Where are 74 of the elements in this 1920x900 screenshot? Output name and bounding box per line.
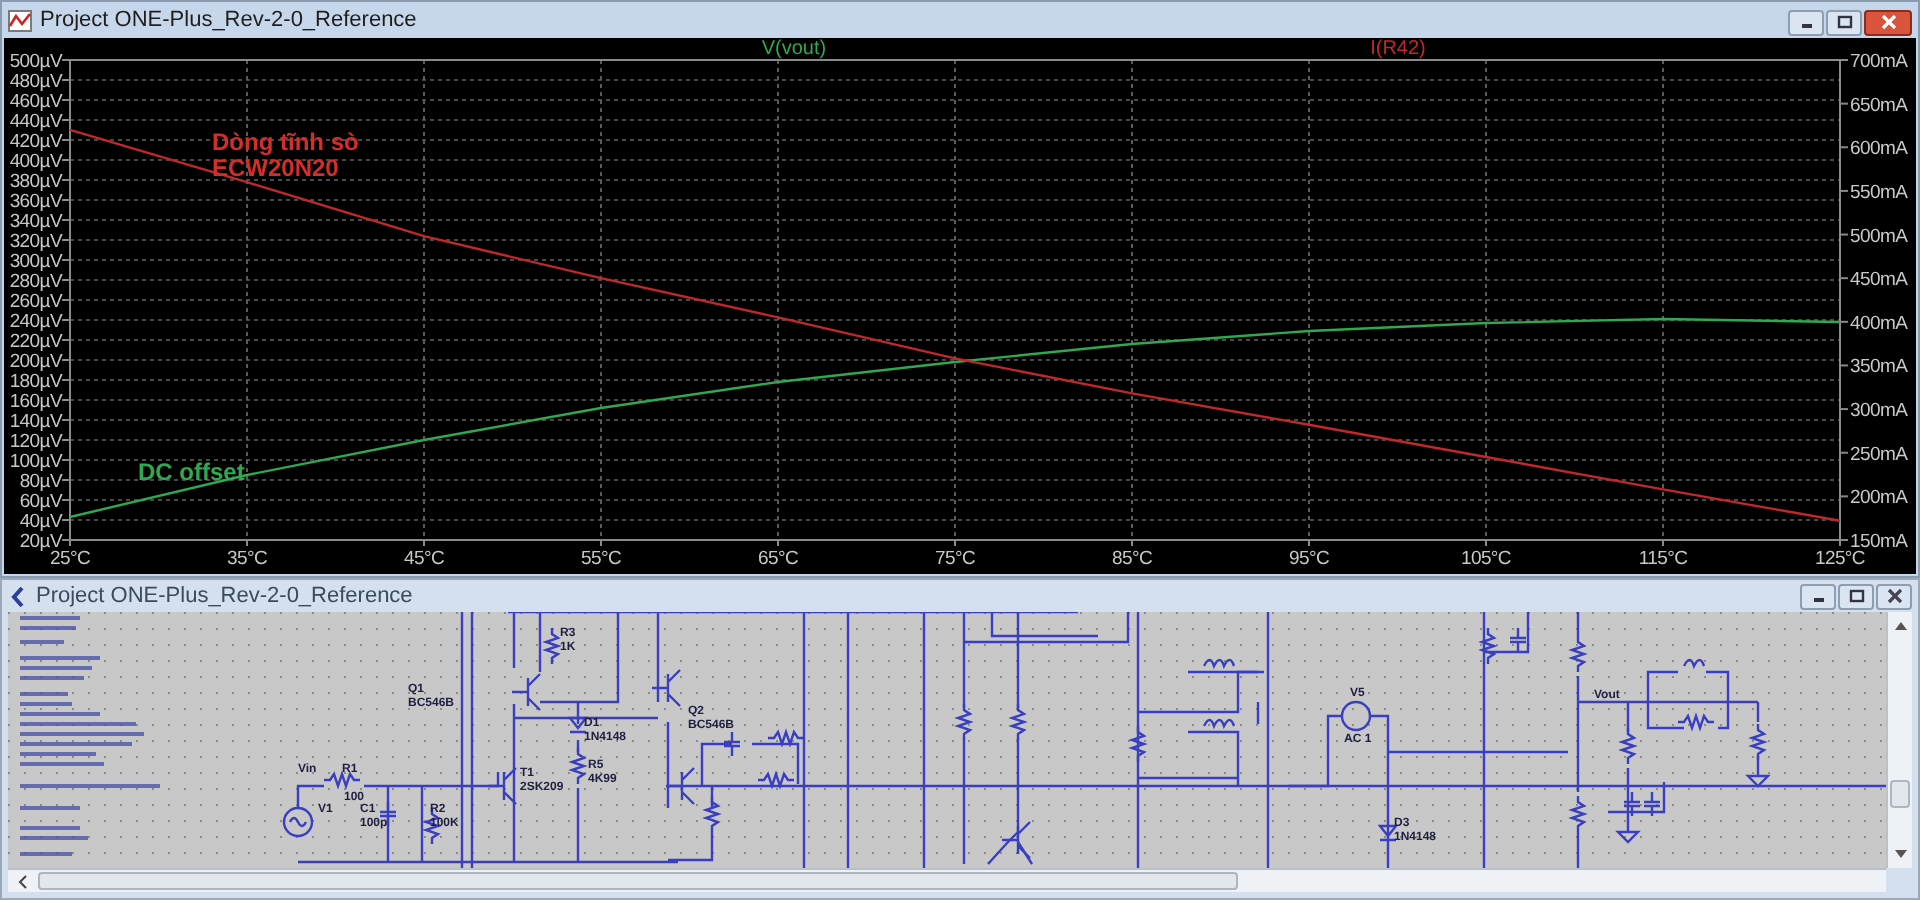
minimize-button[interactable]	[1800, 583, 1836, 609]
scrollbar-thumb[interactable]	[38, 872, 1238, 890]
axis-tick-label: 60µV	[19, 491, 62, 513]
axis-tick-label: 480µV	[9, 71, 62, 93]
axis-tick-label: 650mA	[1850, 94, 1908, 117]
axis-tick-label: 180µV	[9, 371, 62, 393]
annotation-text: DC offset	[138, 458, 245, 486]
close-button[interactable]	[1864, 9, 1912, 35]
axis-tick-label: 100µV	[9, 451, 62, 473]
axis-tick-label: 300µV	[9, 251, 62, 273]
axis-tick-label: 350mA	[1850, 356, 1908, 379]
scroll-up-icon[interactable]	[1893, 620, 1907, 632]
axis-tick-label: 45°C	[403, 548, 445, 570]
axis-tick-label: 140µV	[9, 411, 62, 433]
close-button[interactable]	[1876, 583, 1912, 609]
maximize-button[interactable]	[1838, 583, 1874, 609]
axis-tick-label: 120µV	[9, 431, 62, 453]
axis-tick-label: 35°C	[226, 548, 268, 570]
axis-tick-label: 260µV	[9, 291, 62, 313]
axis-tick-label: 200mA	[1850, 487, 1908, 510]
axis-tick-label: 95°C	[1288, 548, 1330, 570]
axis-tick-label: 80µV	[19, 471, 62, 493]
maximize-icon	[1835, 14, 1853, 30]
axis-tick-label: 160µV	[9, 391, 62, 413]
axis-tick-label: 420µV	[9, 131, 62, 153]
axis-tick-label: 500µV	[9, 51, 62, 73]
axis-tick-label: 600mA	[1850, 138, 1908, 161]
axis-tick-label: 380µV	[9, 171, 62, 193]
axis-tick-label: 400µV	[9, 151, 62, 173]
vertical-scrollbar[interactable]	[1886, 612, 1912, 868]
annotation-text: ECW20N20	[212, 154, 339, 182]
axis-tick-label: 440µV	[9, 111, 62, 133]
axis-tick-label: 220µV	[9, 331, 62, 353]
horizontal-scrollbar[interactable]	[8, 868, 1886, 892]
axis-tick-label: 500mA	[1850, 225, 1908, 248]
window-title: Project ONE-Plus_Rev-2-0_Reference	[36, 581, 413, 612]
axis-tick-label: 200µV	[9, 351, 62, 373]
axis-tick-label: 65°C	[757, 548, 799, 570]
axis-tick-label: 125°C	[1815, 548, 1865, 570]
axis-tick-label: 320µV	[9, 231, 62, 253]
schematic-icon	[8, 585, 28, 607]
axis-tick-label: 150mA	[1850, 531, 1908, 553]
axis-tick-label: 20µV	[19, 531, 62, 553]
axis-tick-label: 360µV	[9, 191, 62, 213]
axis-tick-label: 55°C	[580, 548, 622, 570]
window-title: Project ONE-Plus_Rev-2-0_Reference	[40, 5, 417, 36]
scrollbar-thumb[interactable]	[1890, 780, 1910, 808]
axis-tick-label: 400mA	[1850, 312, 1908, 335]
axis-tick-label: 115°C	[1638, 548, 1688, 570]
axis-tick-label: 75°C	[934, 548, 976, 570]
annotation-text: Dòng tĩnh sò	[212, 128, 359, 156]
axis-tick-label: 300mA	[1850, 400, 1908, 423]
close-icon	[1885, 588, 1903, 604]
maximize-icon	[1847, 588, 1865, 604]
trace-title[interactable]: I(R42)	[1370, 38, 1426, 60]
axis-tick-label: 85°C	[1111, 548, 1153, 570]
axis-tick-label: 550mA	[1850, 181, 1908, 204]
close-icon	[1879, 14, 1897, 30]
axis-tick-label: 25°C	[49, 548, 91, 570]
axis-tick-label: 340µV	[9, 211, 62, 233]
maximize-button[interactable]	[1826, 9, 1862, 35]
axis-tick-label: 450mA	[1850, 269, 1908, 292]
trace-title[interactable]: V(vout)	[761, 38, 827, 60]
axis-tick-label: 460µV	[9, 91, 62, 113]
scroll-down-icon[interactable]	[1893, 848, 1907, 860]
axis-tick-label: 250mA	[1850, 443, 1908, 466]
axis-tick-label: 700mA	[1850, 51, 1908, 73]
axis-tick-label: 280µV	[9, 271, 62, 293]
minimize-button[interactable]	[1788, 9, 1824, 35]
axis-tick-label: 40µV	[19, 511, 62, 533]
axis-tick-label: 240µV	[9, 311, 62, 333]
axis-tick-label: 105°C	[1461, 548, 1511, 570]
scroll-left-icon[interactable]	[16, 873, 32, 889]
waveform-icon	[8, 9, 32, 31]
